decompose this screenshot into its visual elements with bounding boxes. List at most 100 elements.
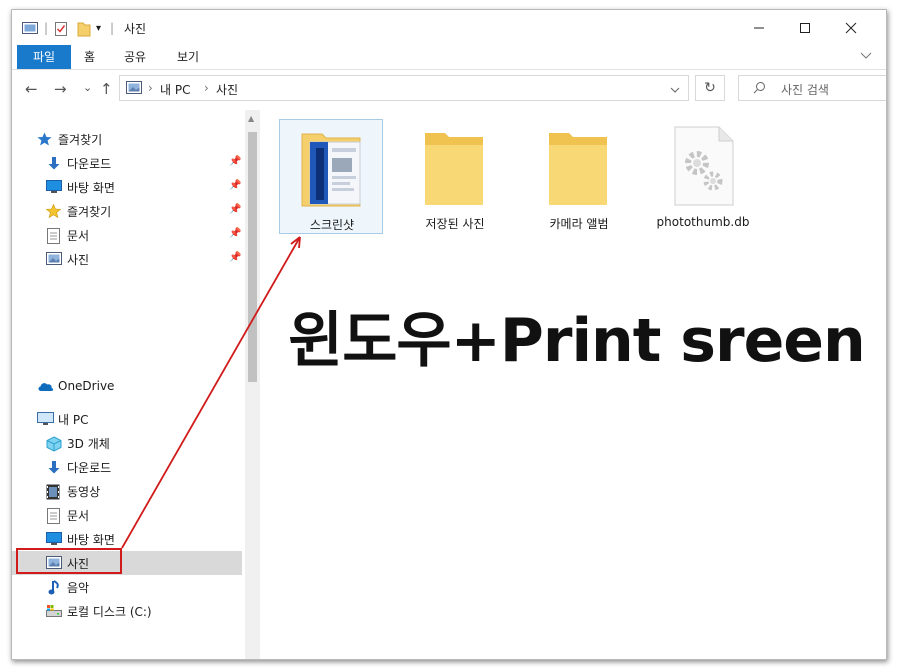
folder-icon — [547, 127, 611, 210]
sidebar-item-label: 동영상 — [67, 485, 101, 499]
star-icon — [37, 132, 53, 146]
sidebar-item-local-disk[interactable]: 로컬 디스크 (C:) — [12, 599, 242, 623]
sidebar-item-music[interactable]: 음악 — [12, 575, 242, 599]
document-icon — [47, 508, 63, 524]
video-icon — [46, 484, 62, 500]
tab-share[interactable]: 공유 — [124, 45, 146, 69]
title-bar: | ▾ | 사진 — [12, 10, 886, 46]
sidebar-item-label: 다운로드 — [67, 461, 112, 475]
overlay-caption: 윈도우+Print sreen — [288, 306, 866, 376]
sidebar-item-label: 사진 — [67, 253, 90, 267]
onedrive-cloud-icon — [37, 380, 54, 394]
sidebar-item-label: 문서 — [67, 229, 90, 243]
refresh-icon: ↻ — [704, 80, 716, 96]
new-folder-quick-icon[interactable] — [77, 21, 91, 40]
pin-icon: 📌 — [229, 228, 242, 239]
scroll-thumb[interactable] — [248, 132, 257, 382]
sidebar-item-favorites-pinned[interactable]: 즐겨찾기 📌 — [12, 199, 242, 223]
this-pc-label: 내 PC — [58, 413, 89, 427]
file-name: 카메라 앨범 — [549, 217, 609, 231]
scroll-up-arrow-icon[interactable]: ▲ — [248, 114, 254, 123]
sidebar-item-documents-pinned[interactable]: 문서 📌 — [12, 223, 242, 247]
sidebar-item-onedrive[interactable]: OneDrive — [12, 375, 242, 399]
properties-quick-icon[interactable] — [54, 21, 68, 40]
document-icon — [47, 228, 63, 244]
window-title: 사진 — [124, 22, 147, 36]
sidebar-item-label: 로컬 디스크 (C:) — [67, 605, 152, 619]
file-name: 스크린샷 — [309, 218, 355, 232]
download-icon — [46, 460, 62, 474]
maximize-icon — [800, 23, 810, 33]
minimize-icon — [754, 27, 764, 29]
navigation-pane-scrollbar[interactable]: ▲ — [245, 110, 260, 659]
breadcrumb-pictures[interactable]: 사진 — [216, 81, 238, 98]
separator: | — [110, 21, 115, 35]
onedrive-label: OneDrive — [58, 379, 115, 393]
minimize-button[interactable] — [736, 14, 782, 42]
file-item-screenshots-folder[interactable]: 스크린샷 — [279, 119, 383, 234]
pin-icon: 📌 — [229, 156, 242, 167]
close-button[interactable] — [828, 14, 874, 42]
sidebar-item-videos[interactable]: 동영상 — [12, 479, 242, 503]
local-disk-icon — [46, 604, 62, 618]
tab-file[interactable]: 파일 — [17, 45, 71, 69]
sidebar-item-label: 다운로드 — [67, 157, 112, 171]
music-icon — [48, 580, 64, 595]
quick-access-label: 즐겨찾기 — [58, 133, 103, 147]
refresh-button[interactable]: ↻ — [695, 75, 725, 101]
annotation-highlight-box — [16, 548, 122, 574]
search-placeholder: 사진 검색 — [781, 83, 829, 97]
file-name: 저장된 사진 — [425, 217, 485, 231]
system-file-gear-icon — [673, 125, 735, 210]
sidebar-item-label: 문서 — [67, 509, 90, 523]
folder-icon — [423, 127, 487, 210]
sidebar-item-label: 3D 개체 — [67, 437, 110, 451]
search-box[interactable]: 사진 검색 — [738, 75, 886, 101]
sidebar-item-3d-objects[interactable]: 3D 개체 — [12, 431, 242, 455]
breadcrumb-chevron-icon[interactable]: › — [204, 81, 209, 95]
forward-button[interactable]: → — [54, 80, 67, 98]
back-button[interactable]: ← — [25, 80, 38, 98]
breadcrumb-chevron-icon[interactable]: › — [148, 81, 153, 95]
star-icon — [45, 203, 62, 219]
expand-ribbon-chevron-icon[interactable] — [860, 50, 872, 63]
download-icon — [46, 156, 62, 170]
sidebar-item-this-pc[interactable]: 내 PC — [12, 407, 242, 431]
separator: | — [44, 21, 49, 35]
tab-view[interactable]: 보기 — [177, 45, 199, 69]
quick-access-header[interactable]: 즐겨찾기 — [12, 127, 242, 151]
cube-3d-icon — [46, 436, 62, 452]
file-item-photothumb-db[interactable]: photothumb.db — [651, 119, 755, 234]
sidebar-item-label: 즐겨찾기 — [67, 205, 112, 219]
folder-with-preview-icon — [300, 128, 364, 211]
sidebar-item-downloads-pinned[interactable]: 다운로드 📌 — [12, 151, 242, 175]
sidebar-item-desktop-pinned[interactable]: 바탕 화면 📌 — [12, 175, 242, 199]
sidebar-item-downloads[interactable]: 다운로드 — [12, 455, 242, 479]
pin-icon: 📌 — [229, 180, 242, 191]
customize-toolbar-icon[interactable]: ▾ — [96, 23, 101, 34]
file-item-camera-roll-folder[interactable]: 카메라 앨범 — [527, 119, 631, 234]
navigation-bar: ← → ⌄ ↑ › 내 PC › 사진 ↻ 사진 검색 — [12, 70, 886, 108]
sidebar-item-label: 음악 — [67, 581, 90, 595]
sidebar-item-documents[interactable]: 문서 — [12, 503, 242, 527]
address-dropdown-icon[interactable] — [670, 83, 680, 97]
recent-locations-button[interactable]: ⌄ — [83, 81, 92, 94]
breadcrumb-this-pc[interactable]: 내 PC — [160, 81, 190, 98]
computer-icon — [37, 412, 54, 426]
file-name: photothumb.db — [656, 215, 750, 229]
pictures-icon — [46, 252, 62, 266]
explorer-window-icon — [22, 21, 38, 38]
desktop-icon — [46, 532, 62, 546]
ribbon-tab-bar: 파일 홈 공유 보기 — [12, 45, 886, 70]
file-list-view: 스크린샷 저장된 사진 카메라 앨범 photothumb.db — [262, 110, 886, 659]
file-item-saved-pictures-folder[interactable]: 저장된 사진 — [403, 119, 507, 234]
sidebar-item-pictures-pinned[interactable]: 사진 📌 — [12, 247, 242, 271]
sidebar-item-label: 바탕 화면 — [67, 181, 115, 195]
pin-icon: 📌 — [229, 204, 242, 215]
up-button[interactable]: ↑ — [100, 80, 113, 98]
pin-icon: 📌 — [229, 252, 242, 263]
address-bar[interactable]: › 내 PC › 사진 — [119, 75, 689, 101]
close-icon — [845, 22, 857, 34]
maximize-button[interactable] — [782, 14, 828, 42]
tab-home[interactable]: 홈 — [84, 45, 95, 69]
